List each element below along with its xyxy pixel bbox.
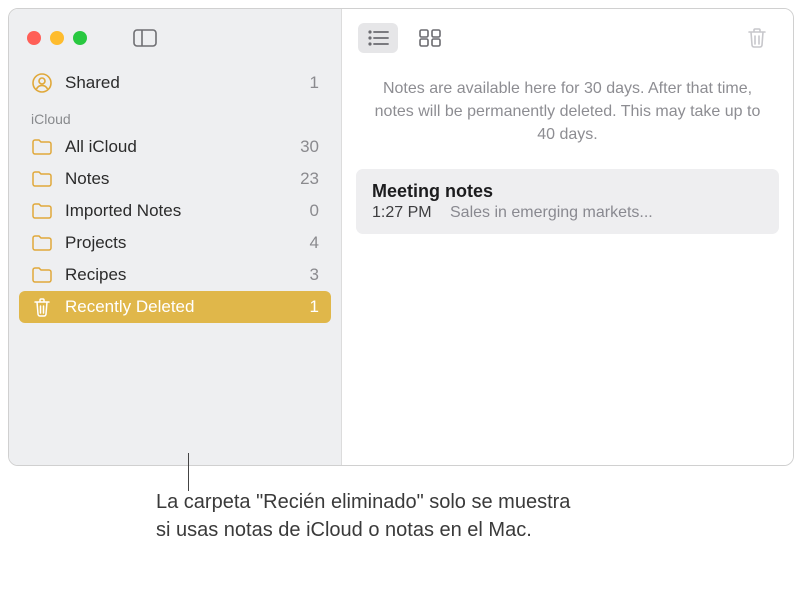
folder-icon <box>31 267 53 283</box>
titlebar <box>9 9 341 67</box>
sidebar-item-label: Notes <box>65 169 288 189</box>
sidebar-item-shared[interactable]: Shared 1 <box>9 67 341 99</box>
sidebar-item-recipes[interactable]: Recipes 3 <box>9 259 341 291</box>
trash-icon <box>31 297 53 317</box>
sidebar-item-recently-deleted[interactable]: Recently Deleted 1 <box>19 291 331 323</box>
note-preview: Sales in emerging markets... <box>450 204 653 222</box>
fullscreen-window-button[interactable] <box>73 31 87 45</box>
sidebar-content: Shared 1 iCloud All iCloud 30 Notes 23 <box>9 67 341 335</box>
gallery-view-button[interactable] <box>410 23 450 53</box>
callout-text: La carpeta "Recién eliminado" solo se mu… <box>156 488 576 544</box>
note-subline: 1:27 PM Sales in emerging markets... <box>372 204 763 222</box>
list-view-icon <box>367 30 389 46</box>
recently-deleted-banner: Notes are available here for 30 days. Af… <box>342 67 793 163</box>
note-title: Meeting notes <box>372 181 763 202</box>
main-panel: Notes are available here for 30 days. Af… <box>342 9 793 465</box>
sidebar-item-label: Imported Notes <box>65 201 298 221</box>
note-list-item[interactable]: Meeting notes 1:27 PM Sales in emerging … <box>356 169 779 234</box>
sidebar-item-count: 3 <box>310 265 325 285</box>
folder-icon <box>31 235 53 251</box>
folder-icon <box>31 203 53 219</box>
sidebar-item-label: All iCloud <box>65 137 288 157</box>
sidebar-section-header: iCloud <box>9 99 341 131</box>
sidebar-item-notes[interactable]: Notes 23 <box>9 163 341 195</box>
list-view-button[interactable] <box>358 23 398 53</box>
sidebar-item-projects[interactable]: Projects 4 <box>9 227 341 259</box>
folder-icon <box>31 171 53 187</box>
note-time: 1:27 PM <box>372 204 450 222</box>
sidebar-item-all-icloud[interactable]: All iCloud 30 <box>9 131 341 163</box>
sidebar-item-label: Projects <box>65 233 298 253</box>
app-window: Shared 1 iCloud All iCloud 30 Notes 23 <box>8 8 794 466</box>
sidebar-item-imported-notes[interactable]: Imported Notes 0 <box>9 195 341 227</box>
sidebar-item-count: 1 <box>310 297 325 317</box>
window-controls <box>27 31 87 45</box>
sidebar-item-label: Recipes <box>65 265 298 285</box>
delete-button[interactable] <box>737 23 777 53</box>
sidebar-toggle-button[interactable] <box>133 29 157 47</box>
trash-icon <box>747 27 767 49</box>
sidebar-item-count: 0 <box>310 201 325 221</box>
folder-icon <box>31 139 53 155</box>
sidebar-item-count: 4 <box>310 233 325 253</box>
sidebar-item-label: Recently Deleted <box>65 297 298 317</box>
gallery-view-icon <box>419 29 441 47</box>
shared-icon <box>31 73 53 93</box>
sidebar-item-count: 23 <box>300 169 325 189</box>
sidebar-item-count: 1 <box>310 73 325 93</box>
sidebar: Shared 1 iCloud All iCloud 30 Notes 23 <box>9 9 342 465</box>
toolbar <box>342 9 793 67</box>
minimize-window-button[interactable] <box>50 31 64 45</box>
sidebar-item-label: Shared <box>65 73 298 93</box>
sidebar-icon <box>133 29 157 47</box>
sidebar-item-count: 30 <box>300 137 325 157</box>
callout-leader-line <box>188 453 189 491</box>
close-window-button[interactable] <box>27 31 41 45</box>
